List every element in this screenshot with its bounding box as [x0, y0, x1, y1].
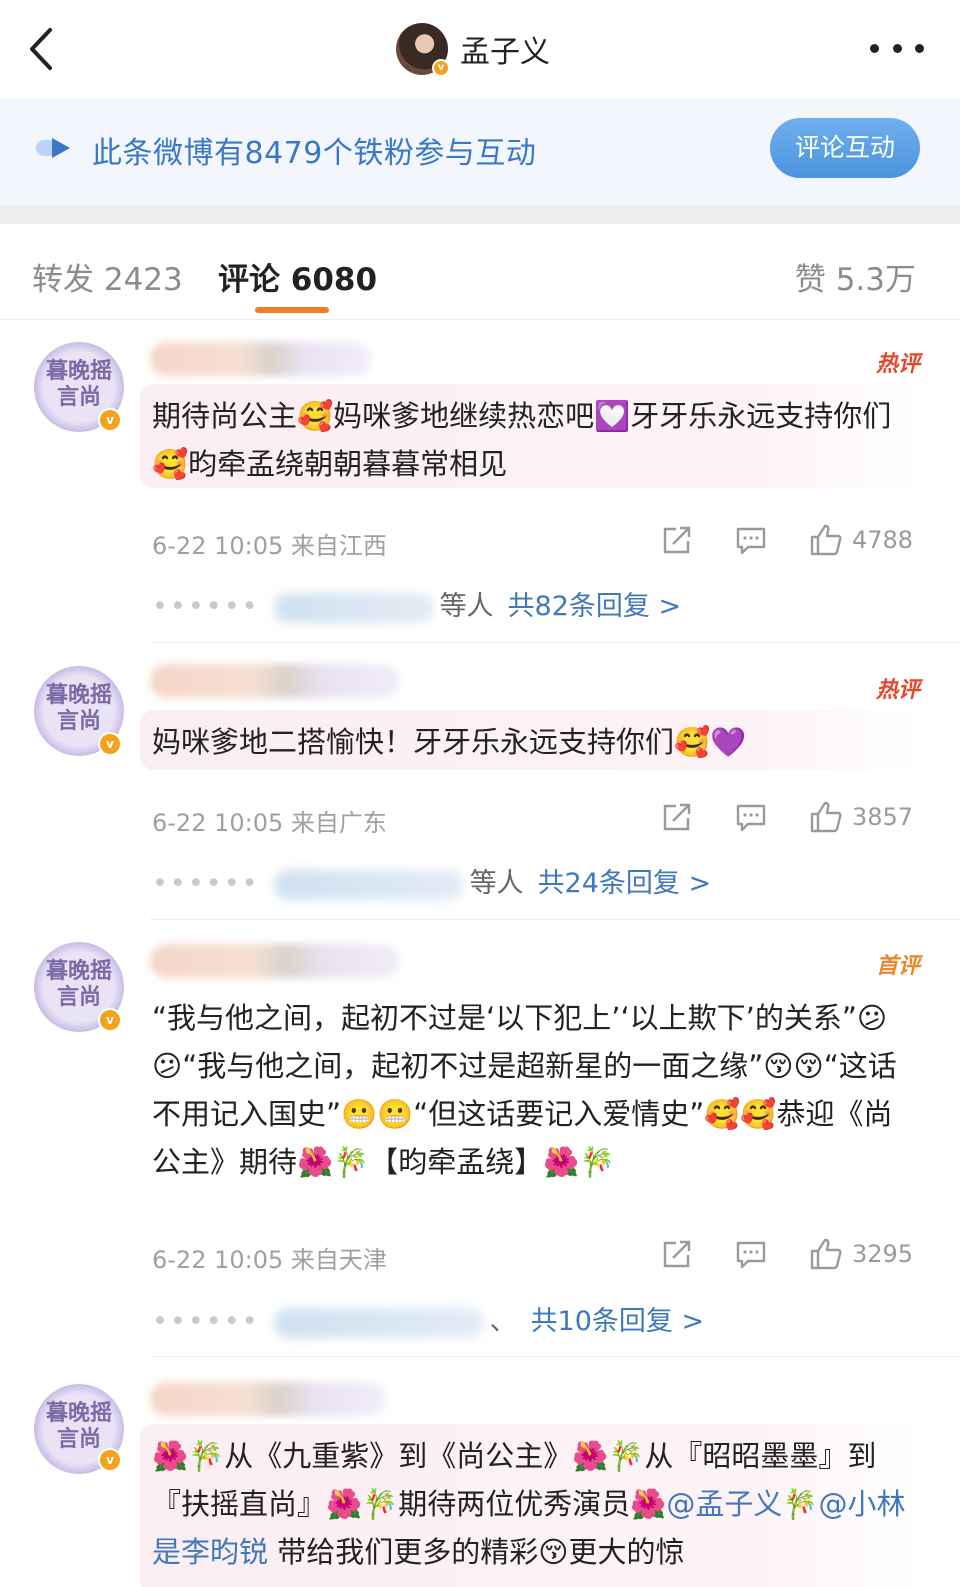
view-replies-link[interactable]: 共82条回复 > [508, 591, 682, 622]
comment-actions: 4788 [660, 520, 922, 560]
like-count: 4788 [852, 526, 914, 554]
like-count: 3857 [852, 803, 914, 831]
thumbs-up-icon [810, 1238, 842, 1270]
chevron-left-icon [30, 28, 52, 70]
username-blurred[interactable] [150, 1382, 386, 1416]
verified-icon: v [98, 408, 122, 432]
top-bar: v 孟子义 [0, 0, 960, 98]
like-button[interactable]: 3857 [808, 797, 913, 837]
section-divider [0, 206, 960, 224]
reply-summary[interactable]: •••••• 等人 共24条回复 > [152, 861, 711, 900]
dot-icon [915, 43, 924, 53]
divider [150, 919, 960, 920]
thumbs-up-icon [810, 801, 842, 833]
comment-text: 🌺🎋从《九重紫》到《尚公主》🌺🎋从『昭昭墨墨』到『扶摇直尚』🌺🎋期待两位优秀演员… [140, 1424, 920, 1587]
ellipsis-icon: •••••• [152, 1306, 260, 1337]
tab-likes[interactable]: 赞 5.3万 [795, 254, 916, 299]
comment-text: 妈咪爹地二搭愉快！牙牙乐永远支持你们🥰💜 [140, 710, 920, 770]
verified-icon: v [98, 732, 122, 756]
avatar[interactable]: v [396, 23, 450, 77]
verified-icon: v [98, 1008, 122, 1032]
fan-badge-icon [36, 138, 70, 158]
reply-names-blurred [273, 869, 464, 900]
reply-summary[interactable]: ••••••、共10条回复 > [152, 1299, 704, 1338]
comment-meta: 6-22 10:05 来自广东 [152, 809, 387, 837]
reply-summary[interactable]: •••••• 等人 共82条回复 > [152, 584, 681, 623]
reply-button[interactable] [734, 520, 768, 560]
share-icon [663, 1240, 691, 1268]
share-icon [663, 803, 691, 831]
divider [150, 642, 960, 643]
reply-names-blurred [273, 1307, 484, 1338]
comment-icon [736, 804, 766, 832]
tab-comments[interactable]: 评论 6080 [218, 254, 377, 299]
tab-bar: 转发 2423 评论 6080 赞 5.3万 [0, 224, 960, 320]
thumbs-up-icon [810, 524, 842, 556]
comment-text: 期待尚公主🥰妈咪爹地继续热恋吧💟牙牙乐永远支持你们🥰昀牵孟绕朝朝暮暮常相见 [140, 384, 920, 488]
view-replies-link[interactable]: 共24条回复 > [538, 868, 712, 899]
divider [150, 1356, 960, 1357]
share-button[interactable] [660, 797, 694, 837]
like-count: 3295 [852, 1240, 914, 1268]
mention-link[interactable]: @孟子义 [666, 1487, 782, 1521]
comment-actions: 3295 [660, 1234, 922, 1274]
view-replies-link[interactable]: 共10条回复 > [531, 1306, 705, 1337]
page-title: 孟子义 [460, 35, 550, 70]
comment-icon [736, 527, 766, 555]
username-blurred[interactable] [150, 664, 400, 698]
dot-icon [870, 43, 879, 53]
comment-interaction-button[interactable]: 评论互动 [770, 118, 920, 178]
share-button[interactable] [660, 520, 694, 560]
hot-comment-badge: 热评 [875, 352, 920, 377]
comment-meta: 6-22 10:05 来自江西 [152, 532, 387, 560]
first-comment-badge: 首评 [875, 954, 920, 979]
active-tab-indicator [255, 307, 329, 313]
ellipsis-icon: •••••• [152, 591, 260, 622]
username-blurred[interactable] [150, 944, 400, 978]
tab-forward[interactable]: 转发 2423 [32, 254, 183, 299]
username-blurred[interactable] [150, 342, 372, 376]
share-icon [663, 526, 691, 554]
comment-actions: 3857 [660, 797, 922, 837]
reply-button[interactable] [734, 797, 768, 837]
like-button[interactable]: 3295 [808, 1234, 913, 1274]
header-profile[interactable]: v 孟子义 [396, 22, 550, 77]
more-options-button[interactable] [870, 30, 924, 66]
like-button[interactable]: 4788 [808, 520, 913, 560]
comment-meta: 6-22 10:05 来自天津 [152, 1246, 387, 1274]
fan-banner-text: 此条微博有8479个铁粉参与互动 [92, 136, 537, 171]
hot-comment-badge: 热评 [875, 678, 920, 703]
ellipsis-icon: •••••• [152, 868, 260, 899]
verified-icon: v [98, 1448, 122, 1472]
comment-text: “我与他之间，起初不过是‘以下犯上’‘以上欺下’的关系”😕😕“我与他之间，起初不… [152, 1001, 897, 1179]
share-button[interactable] [660, 1234, 694, 1274]
reply-button[interactable] [734, 1234, 768, 1274]
back-button[interactable] [22, 26, 62, 72]
dot-icon [892, 43, 902, 53]
reply-names-blurred [273, 592, 434, 623]
verified-icon: v [432, 59, 450, 77]
comment-icon [736, 1241, 766, 1269]
